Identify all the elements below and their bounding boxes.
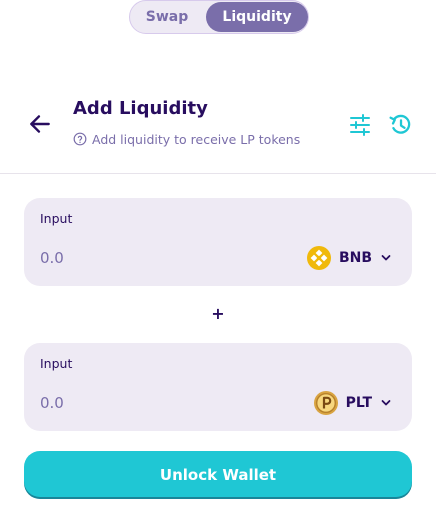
token-input-panel-b: Input PLT [24,343,412,431]
question-circle-icon[interactable] [73,132,87,146]
tab-liquidity[interactable]: Liquidity [206,2,308,32]
amount-input-a[interactable] [36,246,196,270]
chevron-down-icon [381,255,391,261]
token-selector-bnb[interactable]: BNB [306,244,392,272]
token-symbol: BNB [338,250,372,266]
bnb-logo-icon [306,246,331,270]
token-input-panel-a: Input BNB [24,198,412,286]
page-subtitle: Add liquidity to receive LP tokens [73,130,300,148]
token-selector-plt[interactable]: PLT [313,389,392,417]
plt-logo-icon [313,391,338,415]
tab-swap[interactable]: Swap [132,2,202,32]
header-divider [0,173,436,174]
arrow-left-icon[interactable] [27,111,53,137]
history-icon[interactable] [388,112,413,137]
unlock-wallet-button[interactable]: Unlock Wallet [24,451,412,499]
page-title: Add Liquidity [73,98,208,119]
subtitle-text: Add liquidity to receive LP tokens [92,131,301,147]
amount-input-b[interactable] [36,391,196,415]
chevron-down-icon [381,400,391,406]
input-label: Input [40,211,73,226]
input-label: Input [40,356,73,371]
tune-icon[interactable] [348,113,372,137]
plus-separator: + [211,304,225,323]
swap-liquidity-toggle: Swap Liquidity [129,0,309,34]
token-symbol: PLT [345,395,372,411]
